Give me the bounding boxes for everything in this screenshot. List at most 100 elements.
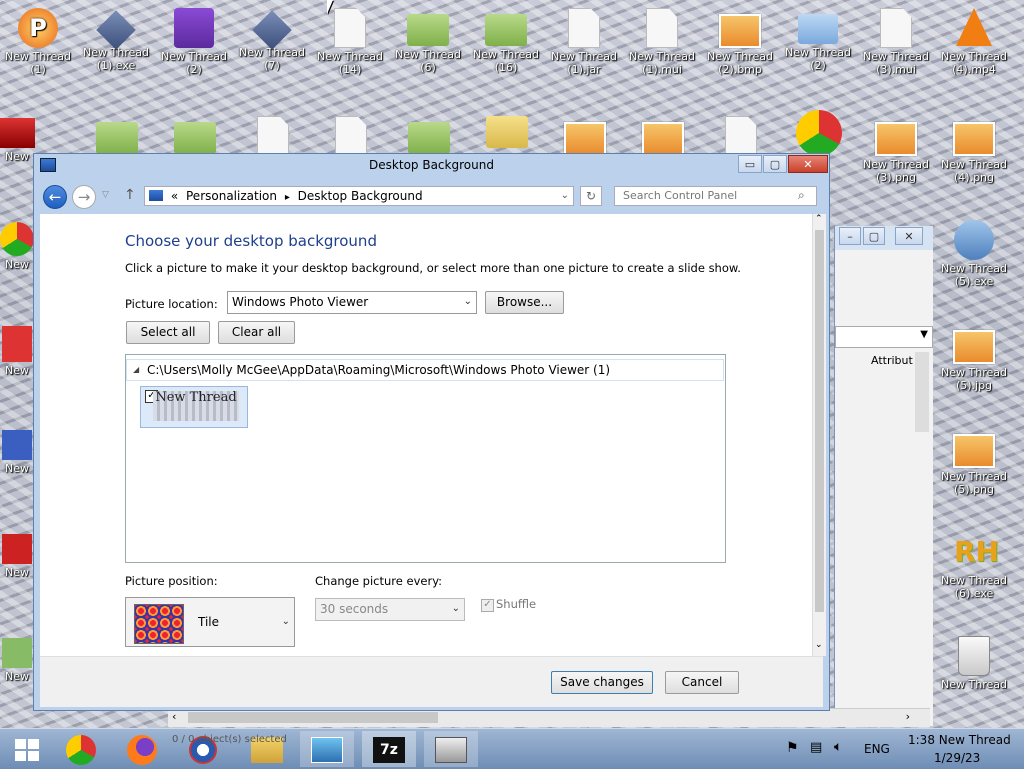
desktop-icon[interactable]: New Thread (2).bmp <box>703 8 777 76</box>
picture-list[interactable]: ◢ C:\Users\Molly McGee\AppData\Roaming\M… <box>125 354 726 563</box>
desktop-icon-label: New Thread (5).exe <box>941 262 1007 288</box>
desktop-icon[interactable]: New Thread (5).jpg <box>937 324 1011 392</box>
desktop-icon[interactable] <box>314 116 388 158</box>
clear-all-button[interactable]: Clear all <box>218 321 295 344</box>
desktop-icon[interactable]: New Thread (1).exe <box>79 8 153 72</box>
taskbar-firefox[interactable] <box>115 731 169 767</box>
breadcrumb-separator-icon: ▸ <box>284 192 290 203</box>
browse-button[interactable]: Browse... <box>485 291 564 314</box>
taskbar-control-panel[interactable] <box>424 731 478 767</box>
up-arrow-icon[interactable]: ↑ <box>124 187 136 203</box>
desktop-icon[interactable]: New Thread (7) <box>235 8 309 72</box>
desktop-icon[interactable] <box>236 116 310 158</box>
forward-arrow-icon[interactable]: → <box>72 185 96 209</box>
desktop-icon[interactable] <box>548 116 622 158</box>
file-icon <box>880 8 912 48</box>
recent-pages-chevron-icon[interactable]: ▽ <box>102 190 109 200</box>
desktop-icon[interactable] <box>782 110 856 158</box>
bg-window-titlebar: – ▢ ✕ <box>835 226 933 250</box>
taskbar-7zip[interactable]: 7z <box>362 731 416 767</box>
maximize-button[interactable]: ▢ <box>763 155 787 173</box>
scroll-left-icon[interactable]: ‹ <box>172 710 176 723</box>
desktop-icon[interactable]: New Thread (5).png <box>937 428 1011 496</box>
clock-date[interactable]: 1/29/23 <box>934 751 980 765</box>
close-button[interactable]: ✕ <box>788 155 828 173</box>
bg-scrollbar[interactable] <box>915 352 929 432</box>
scroll-thumb[interactable] <box>815 230 824 612</box>
start-button[interactable] <box>0 731 54 767</box>
content-scrollbar[interactable]: ⌃ ⌄ <box>812 214 826 656</box>
app-icon <box>2 534 32 564</box>
desktop-icon[interactable]: New Thread (2) <box>157 8 231 76</box>
address-dropdown-icon[interactable]: ⌄ <box>561 187 569 205</box>
desktop-icon[interactable] <box>158 116 232 156</box>
background-explorer-window[interactable]: – ▢ ✕ ▼ Attribut <box>834 226 933 726</box>
collapse-arrow-icon[interactable]: ◢ <box>133 360 139 380</box>
desktop-icon[interactable]: New Thread (6) <box>391 8 465 74</box>
scroll-down-icon[interactable]: ⌄ <box>815 640 823 650</box>
change-interval-select[interactable]: 30 seconds ⌄ <box>315 598 465 621</box>
minimize-button[interactable]: ▭ <box>738 155 762 173</box>
tile-preview-icon <box>134 604 184 644</box>
back-arrow-icon[interactable]: ← <box>43 185 67 209</box>
shuffle-checkbox[interactable]: ✓ <box>481 599 494 612</box>
save-changes-button[interactable]: Save changes <box>551 671 653 694</box>
desktop-icon[interactable]: New Thread (3).mui <box>859 8 933 76</box>
flag-icon[interactable]: ⚑ <box>786 740 799 756</box>
bg-minimize-button[interactable]: – <box>839 227 861 245</box>
desktop-icon[interactable]: New Thread <box>937 636 1011 691</box>
desktop-icon[interactable] <box>392 116 466 156</box>
desktop-icon[interactable] <box>704 116 778 158</box>
desktop-icon[interactable]: New Thread (3).png <box>859 116 933 184</box>
desktop-icon[interactable] <box>80 116 154 156</box>
picture-location-select[interactable]: Windows Photo Viewer ⌄ <box>227 291 477 314</box>
breadcrumb-desktop-background[interactable]: Desktop Background <box>298 189 423 203</box>
desktop-icon[interactable]: New Thread (4).png <box>937 116 1011 184</box>
window-titlebar[interactable]: Desktop Background ▭ ▢ ✕ <box>34 154 829 176</box>
address-overflow[interactable]: « <box>171 189 178 203</box>
taskbar-chrome[interactable] <box>54 731 108 767</box>
desktop-icon[interactable]: RH New Thread (6).exe <box>937 532 1011 600</box>
change-picture-label: Change picture every: <box>315 574 443 588</box>
desktop-background-window[interactable]: Desktop Background ▭ ▢ ✕ ← → ▽ ↑ « Perso… <box>33 153 830 711</box>
picture-group-header[interactable]: ◢ C:\Users\Molly McGee\AppData\Roaming\M… <box>126 359 724 381</box>
search-icon[interactable]: ⌕ <box>798 188 805 203</box>
picture-icon <box>642 122 684 156</box>
scroll-right-icon[interactable]: › <box>906 710 910 723</box>
page-title: Choose your desktop background <box>125 232 377 250</box>
breadcrumb-personalization[interactable]: Personalization <box>186 189 277 203</box>
desktop-icon[interactable] <box>626 116 700 158</box>
select-all-button[interactable]: Select all <box>126 321 210 344</box>
bg-maximize-button[interactable]: ▢ <box>863 227 885 245</box>
desktop-icon[interactable]: New Thread (2) <box>781 8 855 72</box>
attribute-column-header[interactable]: Attribut <box>871 354 913 367</box>
language-indicator[interactable]: ENG <box>864 742 890 756</box>
scroll-thumb[interactable] <box>188 712 438 723</box>
cancel-button[interactable]: Cancel <box>665 671 739 694</box>
desktop-icon[interactable]: New Thread (5).exe <box>937 220 1011 288</box>
picture-thumbnail[interactable]: ✓ New Thread <box>140 386 248 428</box>
bg-dropdown[interactable]: ▼ <box>835 326 933 348</box>
taskbar-photo-viewer[interactable] <box>300 731 354 767</box>
scroll-up-icon[interactable]: ⌃ <box>815 214 823 224</box>
desktop-icon[interactable]: New Thread (1).jar <box>547 8 621 76</box>
bg-close-button[interactable]: ✕ <box>895 227 923 245</box>
refresh-icon[interactable]: ↻ <box>580 186 602 206</box>
clock-time[interactable]: 1:38 New Thread <box>908 733 1011 747</box>
volume-icon[interactable]: 🔈︎ <box>834 739 842 755</box>
desktop-icon[interactable] <box>470 110 544 150</box>
network-icon[interactable]: ▤ <box>810 740 822 755</box>
desktop-icon[interactable]: P New Thread (1) <box>1 8 75 76</box>
address-bar[interactable]: « Personalization ▸ Desktop Background ⌄ <box>144 186 574 206</box>
desktop-icon[interactable]: New Thread (4).mp4 <box>937 8 1011 76</box>
desktop-icon-label: New Thread (1) <box>5 50 71 76</box>
desktop-icon[interactable]: New Thread (1).mui <box>625 8 699 76</box>
picture-position-select[interactable]: Tile ⌄ <box>125 597 295 647</box>
search-input[interactable]: Search Control Panel <box>614 186 817 206</box>
picture-icon <box>953 434 995 468</box>
desktop-icon-label: New <box>5 462 29 475</box>
desktop-icon[interactable]: New Thread (14) <box>313 8 387 76</box>
desktop-icon[interactable]: New Thread (16) <box>469 8 543 74</box>
desktop-icon-label: New Thread (2) <box>161 50 227 76</box>
desktop-icon-label: New Thread (6) <box>395 48 461 74</box>
